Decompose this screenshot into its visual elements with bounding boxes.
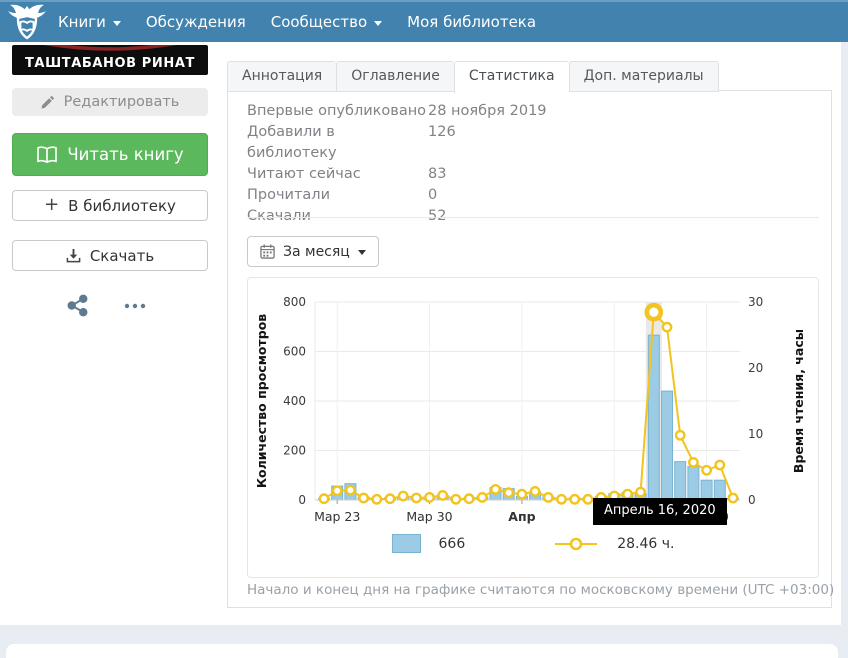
more-options-icon[interactable] [123,301,147,311]
nav-item-1[interactable]: Книги [58,13,121,31]
plus-icon: + [44,194,59,215]
stat-value: 28 ноября 2019 [428,101,547,122]
chart-tooltip: Апрель 16, 2020 [593,498,727,525]
svg-text:0: 0 [748,493,756,507]
stat-label: Читают сейчас [247,164,428,185]
nav-menu: Книги Обсуждения Сообщество Моя библиотека [58,13,536,31]
site-logo[interactable] [6,2,48,42]
add-to-library-button[interactable]: + В библиотеку [12,190,208,221]
stat-value: 126 [428,122,456,164]
nav-item-2[interactable]: Обсуждения [146,13,246,31]
period-selector-label: За месяц [283,244,350,260]
statistics-chart-container: 02004006008000102030Мар 23Мар 30АпрАпр 2… [247,277,819,578]
tab-2[interactable]: Оглавление [336,61,454,92]
hours-legend-marker [553,536,599,552]
library-button-label: В библиотеку [68,197,176,215]
chevron-down-icon [358,250,366,255]
stat-row: Читают сейчас83 [247,164,547,185]
hours-legend-value: 28.46 ч. [617,536,674,552]
tab-1[interactable]: Аннотация [227,61,336,92]
svg-text:20: 20 [748,361,763,375]
edit-button-label: Редактировать [64,94,180,110]
svg-text:800: 800 [283,295,306,309]
svg-text:600: 600 [283,345,306,359]
chevron-down-icon [113,21,121,26]
cover-author-name: ТАШТАБАНОВ РИНАТ [25,56,195,75]
svg-text:Мар 23: Мар 23 [314,509,360,524]
chevron-down-icon [374,21,382,26]
chart-legend: 666 28.46 ч. [248,534,818,553]
tab-4[interactable]: Доп. материалы [569,61,719,92]
stat-row: Добавили в библиотеку126 [247,122,547,164]
svg-text:400: 400 [283,394,306,408]
views-legend-value: 666 [439,536,466,552]
download-button-label: Скачать [90,247,154,265]
stat-label: Впервые опубликовано [247,101,428,122]
calendar-icon [260,244,275,259]
timezone-footnote: Начало и конец дня на графике считаются … [247,582,834,598]
download-button[interactable]: Скачать [12,240,208,271]
edit-button[interactable]: Редактировать [12,88,208,116]
nav-item-3[interactable]: Сообщество [271,13,382,31]
svg-text:Время чтения, часы: Время чтения, часы [791,329,806,473]
stat-label: Прочитали [247,185,428,206]
nav-item-label: Моя библиотека [407,13,536,31]
share-icon[interactable] [66,294,89,317]
pencil-icon [41,95,55,109]
book-tabs: АннотацияОглавлениеСтатистикаДоп. матери… [227,61,719,93]
svg-text:Мар 30: Мар 30 [406,509,452,524]
eagle-book-logo-icon [8,4,46,40]
views-legend-swatch [392,534,421,553]
nav-item-4[interactable]: Моя библиотека [407,13,536,31]
svg-text:30: 30 [748,295,763,309]
read-button-label: Читать книгу [67,145,183,164]
period-selector-button[interactable]: За месяц [247,236,379,267]
next-section-card [6,644,838,658]
nav-item-label: Обсуждения [146,13,246,31]
statistics-list: Впервые опубликовано28 ноября 2019Добави… [247,101,547,227]
svg-text:10: 10 [748,427,763,441]
svg-text:200: 200 [283,444,306,458]
svg-text:Количество просмотров: Количество просмотров [254,314,269,488]
stat-value: 0 [428,185,437,206]
book-cover-thumbnail[interactable]: ТАШТАБАНОВ РИНАТ [12,45,208,75]
stats-chart[interactable]: 02004006008000102030Мар 23Мар 30АпрАпр 2… [248,278,818,576]
stat-value: 83 [428,164,446,185]
read-book-button[interactable]: Читать книгу [12,133,208,176]
stat-label: Добавили в библиотеку [247,122,428,164]
section-divider [247,217,819,218]
stat-row: Впервые опубликовано28 ноября 2019 [247,101,547,122]
svg-text:Апр: Апр [508,509,535,524]
svg-text:0: 0 [298,493,306,507]
cover-art-fragment [12,45,208,57]
stat-row: Прочитали0 [247,185,547,206]
open-book-icon [36,146,58,164]
tab-3[interactable]: Статистика [454,61,569,93]
download-icon [66,248,81,263]
top-navbar: Книги Обсуждения Сообщество Моя библиотека [0,0,848,42]
share-actions [66,294,147,317]
nav-item-label: Сообщество [271,13,367,31]
nav-item-label: Книги [58,13,106,31]
